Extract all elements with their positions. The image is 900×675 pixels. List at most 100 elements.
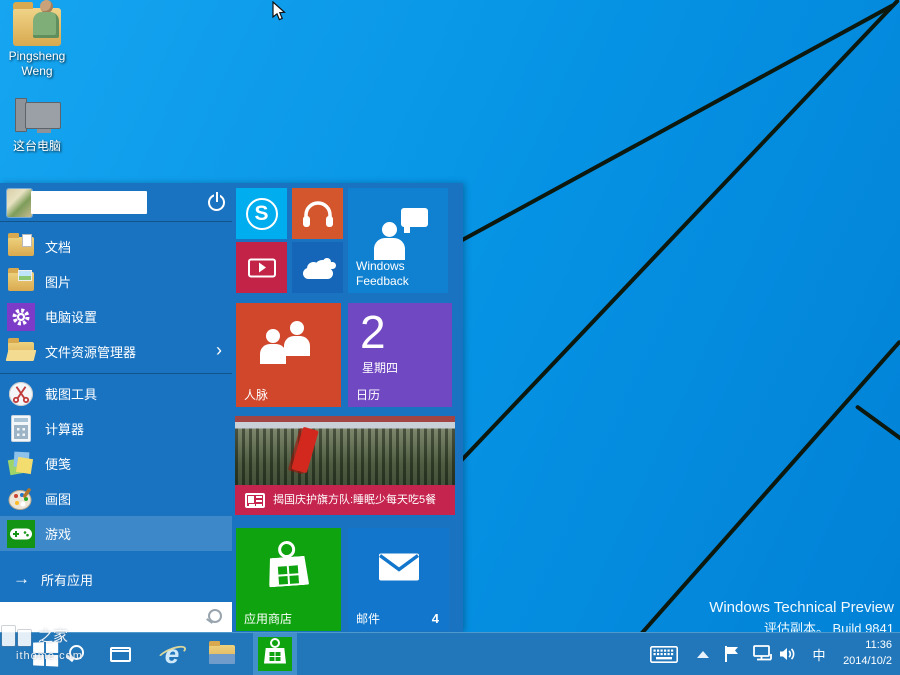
- task-view-button[interactable]: [98, 633, 142, 675]
- start-menu-header: [0, 183, 232, 222]
- desktop-icon-label: 这台电脑: [0, 139, 74, 154]
- news-photo: [235, 416, 455, 485]
- taskbar-internet-explorer[interactable]: e: [150, 633, 194, 675]
- taskbar-clock[interactable]: 11:36 2014/10/2: [843, 638, 892, 670]
- tile-label: 邮件: [356, 612, 380, 626]
- mail-unread-badge: 4: [432, 611, 439, 626]
- news-headline-bar: 揭国庆护旗方队:睡眠少每天吃5餐: [235, 485, 455, 515]
- tile-news[interactable]: 揭国庆护旗方队:睡眠少每天吃5餐: [235, 416, 455, 515]
- envelope-icon: [379, 554, 419, 581]
- menu-item-pc-settings[interactable]: 电脑设置: [0, 299, 232, 334]
- chevron-up-icon: [697, 651, 709, 658]
- menu-item-pictures[interactable]: 图片: [0, 264, 232, 299]
- menu-item-paint[interactable]: 画图: [0, 481, 232, 516]
- user-name-box[interactable]: [31, 191, 147, 214]
- window-icon: [110, 647, 131, 662]
- clock-date: 2014/10/2: [843, 654, 892, 670]
- tile-windows-feedback[interactable]: Windows Feedback: [348, 188, 448, 293]
- skype-icon: S: [246, 198, 278, 230]
- keyboard-icon: [650, 646, 678, 663]
- documents-folder-icon: [6, 232, 36, 262]
- store-icon: [258, 637, 292, 671]
- desktop-icon-user-folder[interactable]: Pingsheng Weng: [0, 8, 74, 79]
- all-apps-label: 所有应用: [41, 570, 93, 589]
- wallpaper-beam-line: [633, 340, 900, 644]
- tile-people[interactable]: 人脉: [236, 303, 341, 407]
- network-icon: [753, 645, 773, 663]
- tile-calendar[interactable]: 2 星期四 日历: [348, 303, 452, 407]
- tile-video[interactable]: [236, 242, 287, 293]
- menu-item-label: 文档: [45, 237, 71, 256]
- wallpaper-beam-line: [454, 3, 895, 246]
- calendar-day: 2: [360, 305, 386, 359]
- pictures-folder-icon: [6, 267, 36, 297]
- show-hidden-icons-button[interactable]: [690, 633, 716, 675]
- tile-music[interactable]: [292, 188, 343, 239]
- menu-item-label: 游戏: [45, 524, 71, 543]
- clock-time: 11:36: [843, 638, 892, 654]
- menu-item-label: 电脑设置: [45, 307, 97, 326]
- tile-skype[interactable]: S: [236, 188, 287, 239]
- tile-mail[interactable]: 邮件 4: [348, 528, 449, 631]
- menu-item-file-explorer[interactable]: 文件资源管理器 ›: [0, 334, 232, 369]
- speaker-icon: [779, 646, 798, 662]
- this-pc-icon: [11, 96, 63, 136]
- tile-store[interactable]: 应用商店: [236, 528, 341, 631]
- menu-item-label: 画图: [45, 489, 71, 508]
- snipping-tool-icon: [6, 379, 36, 409]
- menu-item-label: 便笺: [45, 454, 71, 473]
- right-arrow-icon: →: [13, 569, 36, 589]
- mouse-cursor: [272, 1, 287, 22]
- wallpaper-beam-line: [457, 0, 900, 465]
- menu-item-label: 截图工具: [45, 384, 97, 403]
- video-play-icon: [248, 258, 276, 277]
- paint-icon: [6, 484, 36, 514]
- menu-item-label: 计算器: [45, 419, 84, 438]
- volume-button[interactable]: [774, 633, 802, 675]
- menu-item-documents[interactable]: 文档: [0, 229, 232, 264]
- sticky-notes-icon: [6, 449, 36, 479]
- desktop-icon-this-pc[interactable]: 这台电脑: [0, 96, 74, 154]
- menu-item-snipping-tool[interactable]: 截图工具: [0, 376, 232, 411]
- taskbar: e 中 11:36 2014/10/2: [0, 632, 900, 675]
- search-input[interactable]: [0, 602, 205, 632]
- chevron-right-icon[interactable]: ›: [216, 341, 222, 359]
- calculator-icon: [6, 414, 36, 444]
- file-explorer-icon: [6, 337, 36, 367]
- ime-indicator[interactable]: 中: [806, 633, 832, 675]
- person-speech-bubble-icon: [372, 214, 424, 260]
- internet-explorer-icon: e: [158, 640, 186, 668]
- tile-label: Windows Feedback: [356, 259, 420, 288]
- power-button[interactable]: [205, 191, 228, 214]
- menu-item-sticky-notes[interactable]: 便笺: [0, 446, 232, 481]
- games-gamepad-icon: [6, 519, 36, 549]
- wallpaper-beam-line: [855, 404, 900, 443]
- search-icon[interactable]: [205, 608, 223, 626]
- tile-label: 日历: [356, 388, 380, 402]
- menu-divider: [0, 373, 232, 374]
- news-headline: 揭国庆护旗方队:睡眠少每天吃5餐: [273, 493, 443, 507]
- start-menu: 文档 图片 电脑设置 文件资源管理器 › 截图工具 计算器 便笺: [0, 183, 463, 632]
- search-icon: [65, 644, 85, 664]
- touch-keyboard-button[interactable]: [645, 633, 683, 675]
- menu-item-label: 图片: [45, 272, 71, 291]
- tile-label: 应用商店: [244, 612, 292, 626]
- desktop-icon-label: Pingsheng Weng: [0, 49, 74, 79]
- taskbar-search-button[interactable]: [53, 633, 97, 675]
- pc-settings-gear-icon: [6, 302, 36, 332]
- taskbar-store-active[interactable]: [253, 633, 297, 675]
- folder-icon: [209, 645, 235, 664]
- menu-item-games[interactable]: 游戏: [0, 516, 232, 551]
- taskbar-file-explorer[interactable]: [200, 633, 244, 675]
- tile-label: 人脉: [244, 388, 268, 402]
- menu-item-calculator[interactable]: 计算器: [0, 411, 232, 446]
- user-folder-icon: [13, 8, 61, 46]
- flag-icon: [724, 645, 740, 663]
- calendar-weekday: 星期四: [362, 359, 398, 376]
- watermark-line1: Windows Technical Preview: [709, 599, 894, 616]
- ime-language-label: 中: [812, 645, 825, 664]
- action-center-button[interactable]: [718, 633, 746, 675]
- all-apps-button[interactable]: → 所有应用: [0, 564, 232, 594]
- user-avatar[interactable]: [7, 189, 32, 217]
- tile-onedrive[interactable]: [292, 242, 343, 293]
